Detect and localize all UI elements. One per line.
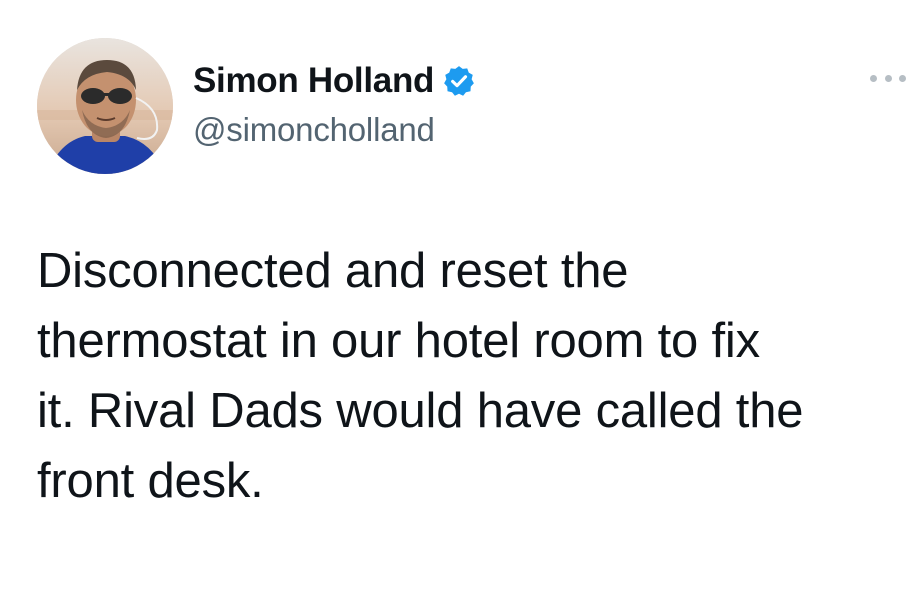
tweet-text-line: it. Rival Dads would have called the <box>37 384 804 438</box>
tweet-text-line: thermostat in our hotel room to fix <box>37 314 760 368</box>
tweet-card: Simon Holland @simoncholland Disconnecte… <box>0 0 924 612</box>
author-name-row[interactable]: Simon Holland <box>193 60 476 102</box>
more-dot <box>870 74 877 82</box>
profile-photo <box>37 38 173 174</box>
tweet-text-line: front desk. <box>37 454 264 508</box>
more-dot <box>899 74 906 82</box>
avatar[interactable] <box>37 38 173 174</box>
tweet-text-line: Disconnected and reset the <box>37 244 629 298</box>
tweet-text: Disconnected and reset the thermostat in… <box>37 236 897 516</box>
more-dot <box>884 74 892 82</box>
author-handle[interactable]: @simoncholland <box>193 110 435 150</box>
more-options-icon[interactable] <box>866 66 910 90</box>
verified-badge-icon <box>444 66 474 96</box>
author-display-name[interactable]: Simon Holland <box>193 60 434 102</box>
